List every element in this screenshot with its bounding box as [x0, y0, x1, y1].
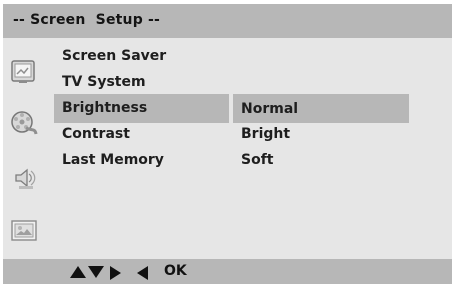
option-normal[interactable]: Normal	[241, 101, 298, 117]
right-arrow-icon	[110, 266, 121, 280]
page-title: -- Screen Setup --	[13, 12, 161, 28]
option-bright[interactable]: Bright	[241, 126, 290, 142]
down-arrow-icon	[88, 266, 104, 278]
screen-setup-window: -- Screen Setup -- Screen Saver TV Syste…	[0, 0, 453, 286]
menu-item-last-memory[interactable]: Last Memory	[62, 152, 164, 168]
menu-item-screen-saver[interactable]: Screen Saver	[62, 48, 166, 64]
monitor-icon	[9, 57, 39, 87]
picture-icon	[9, 216, 39, 246]
menu-item-tv-system[interactable]: TV System	[62, 74, 146, 90]
left-arrow-icon	[137, 266, 148, 280]
ok-label: OK	[164, 263, 187, 279]
menu-item-contrast[interactable]: Contrast	[62, 126, 130, 142]
menu-item-brightness[interactable]: Brightness	[62, 100, 147, 116]
speaker-icon	[10, 163, 40, 193]
option-soft[interactable]: Soft	[241, 152, 273, 168]
menu-panel	[3, 4, 452, 284]
film-reel-icon	[8, 107, 38, 137]
title-bar: -- Screen Setup --	[3, 4, 452, 38]
up-arrow-icon	[70, 266, 86, 278]
